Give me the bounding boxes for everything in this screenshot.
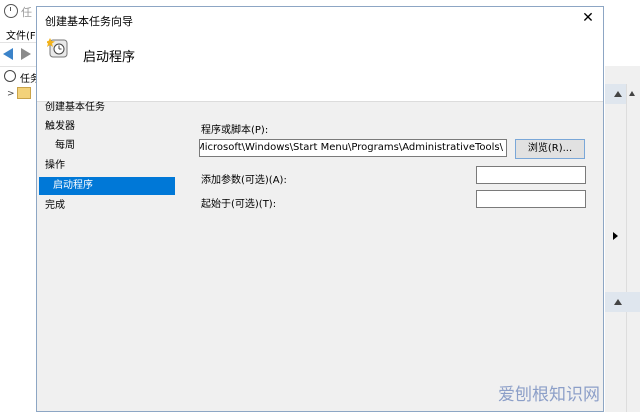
browse-button[interactable]: 浏览(R)... <box>515 139 585 159</box>
program-input[interactable]: \Microsoft\Windows\Start Menu\Programs\A… <box>199 139 507 157</box>
folder-icon[interactable] <box>17 87 31 99</box>
dialog-titlebar: 创建基本任务向导 ✕ <box>37 7 603 33</box>
start-in-label: 起始于(可选)(T): <box>201 199 277 210</box>
actions-pane-header-2 <box>605 292 640 312</box>
start-in-input[interactable] <box>476 190 586 208</box>
collapse-up-icon[interactable] <box>614 299 622 305</box>
forward-arrow-icon[interactable] <box>21 48 31 60</box>
step-start-program: 启动程序 <box>39 177 175 195</box>
task-wizard-icon <box>47 38 68 58</box>
navigation-tree <box>0 66 36 413</box>
wizard-header: 启动程序 <box>37 33 603 102</box>
back-arrow-icon[interactable] <box>3 48 13 60</box>
arguments-input[interactable] <box>476 166 586 184</box>
program-label: 程序或脚本(P): <box>201 125 269 136</box>
create-basic-task-wizard: 创建基本任务向导 ✕ 启动程序 创建基本任务 触发器 每周 操作 启动程序 完成… <box>36 6 604 412</box>
wizard-page-title: 启动程序 <box>83 50 136 65</box>
watermark: 爱刨根知识网 <box>498 385 600 405</box>
submenu-arrow-icon[interactable] <box>613 232 618 240</box>
step-trigger: 触发器 <box>45 121 75 132</box>
dialog-title: 创建基本任务向导 <box>45 15 133 28</box>
arguments-label: 添加参数(可选)(A): <box>201 175 287 186</box>
background-window-title: 任 <box>21 6 32 19</box>
task-scheduler-icon <box>4 4 18 18</box>
scroll-up-icon[interactable] <box>629 91 635 96</box>
clock-icon <box>4 70 16 82</box>
step-action: 操作 <box>45 160 65 171</box>
file-menu[interactable]: 文件(F <box>6 27 36 42</box>
collapse-up-icon[interactable] <box>614 91 622 97</box>
close-icon[interactable]: ✕ <box>573 7 603 29</box>
step-finish: 完成 <box>45 200 65 211</box>
actions-scrollbar[interactable] <box>626 84 640 412</box>
expand-chevron-icon[interactable]: > <box>7 89 15 99</box>
step-create-basic-task: 创建基本任务 <box>45 102 105 113</box>
step-weekly: 每周 <box>55 140 75 151</box>
